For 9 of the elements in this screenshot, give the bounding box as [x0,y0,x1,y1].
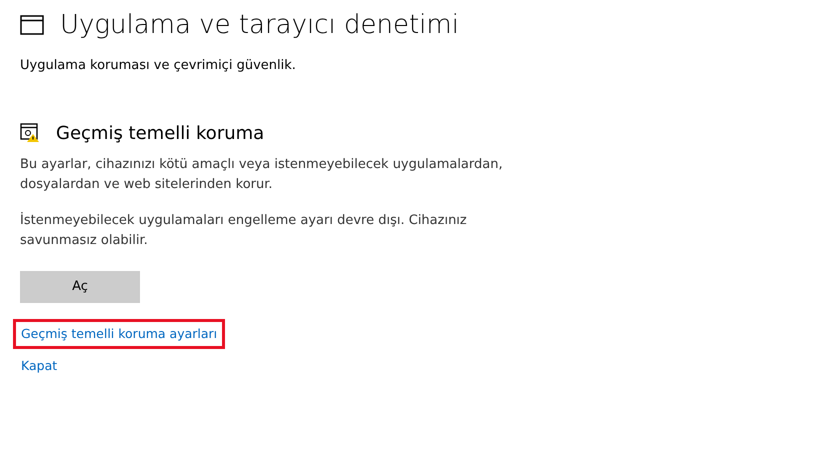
page-subtitle: Uygulama koruması ve çevrimiçi güvenlik. [20,57,297,75]
description-text: Bu ayarlar, cihazınızı kötü amaçlı veya istenmeyebilecek uygulamalardan, dosyalardan ve web sitelerinden korur. [20,156,504,194]
section-heading: Geçmiş temelli koruma [56,122,264,146]
settings-link[interactable]: Geçmiş temelli koruma ayarları [13,318,226,350]
window-icon [20,15,44,35]
description-text: İstenmeyebilecek uygulamaları engelleme ayarı devre dışı. Cihazınız savunmasız olabilir. [20,211,468,250]
settings-link[interactable]: Kapat [13,351,66,382]
turn-on-button[interactable]: Aç [20,270,140,302]
page-title: Uygulama ve tarayıcı denetimi [60,9,459,42]
